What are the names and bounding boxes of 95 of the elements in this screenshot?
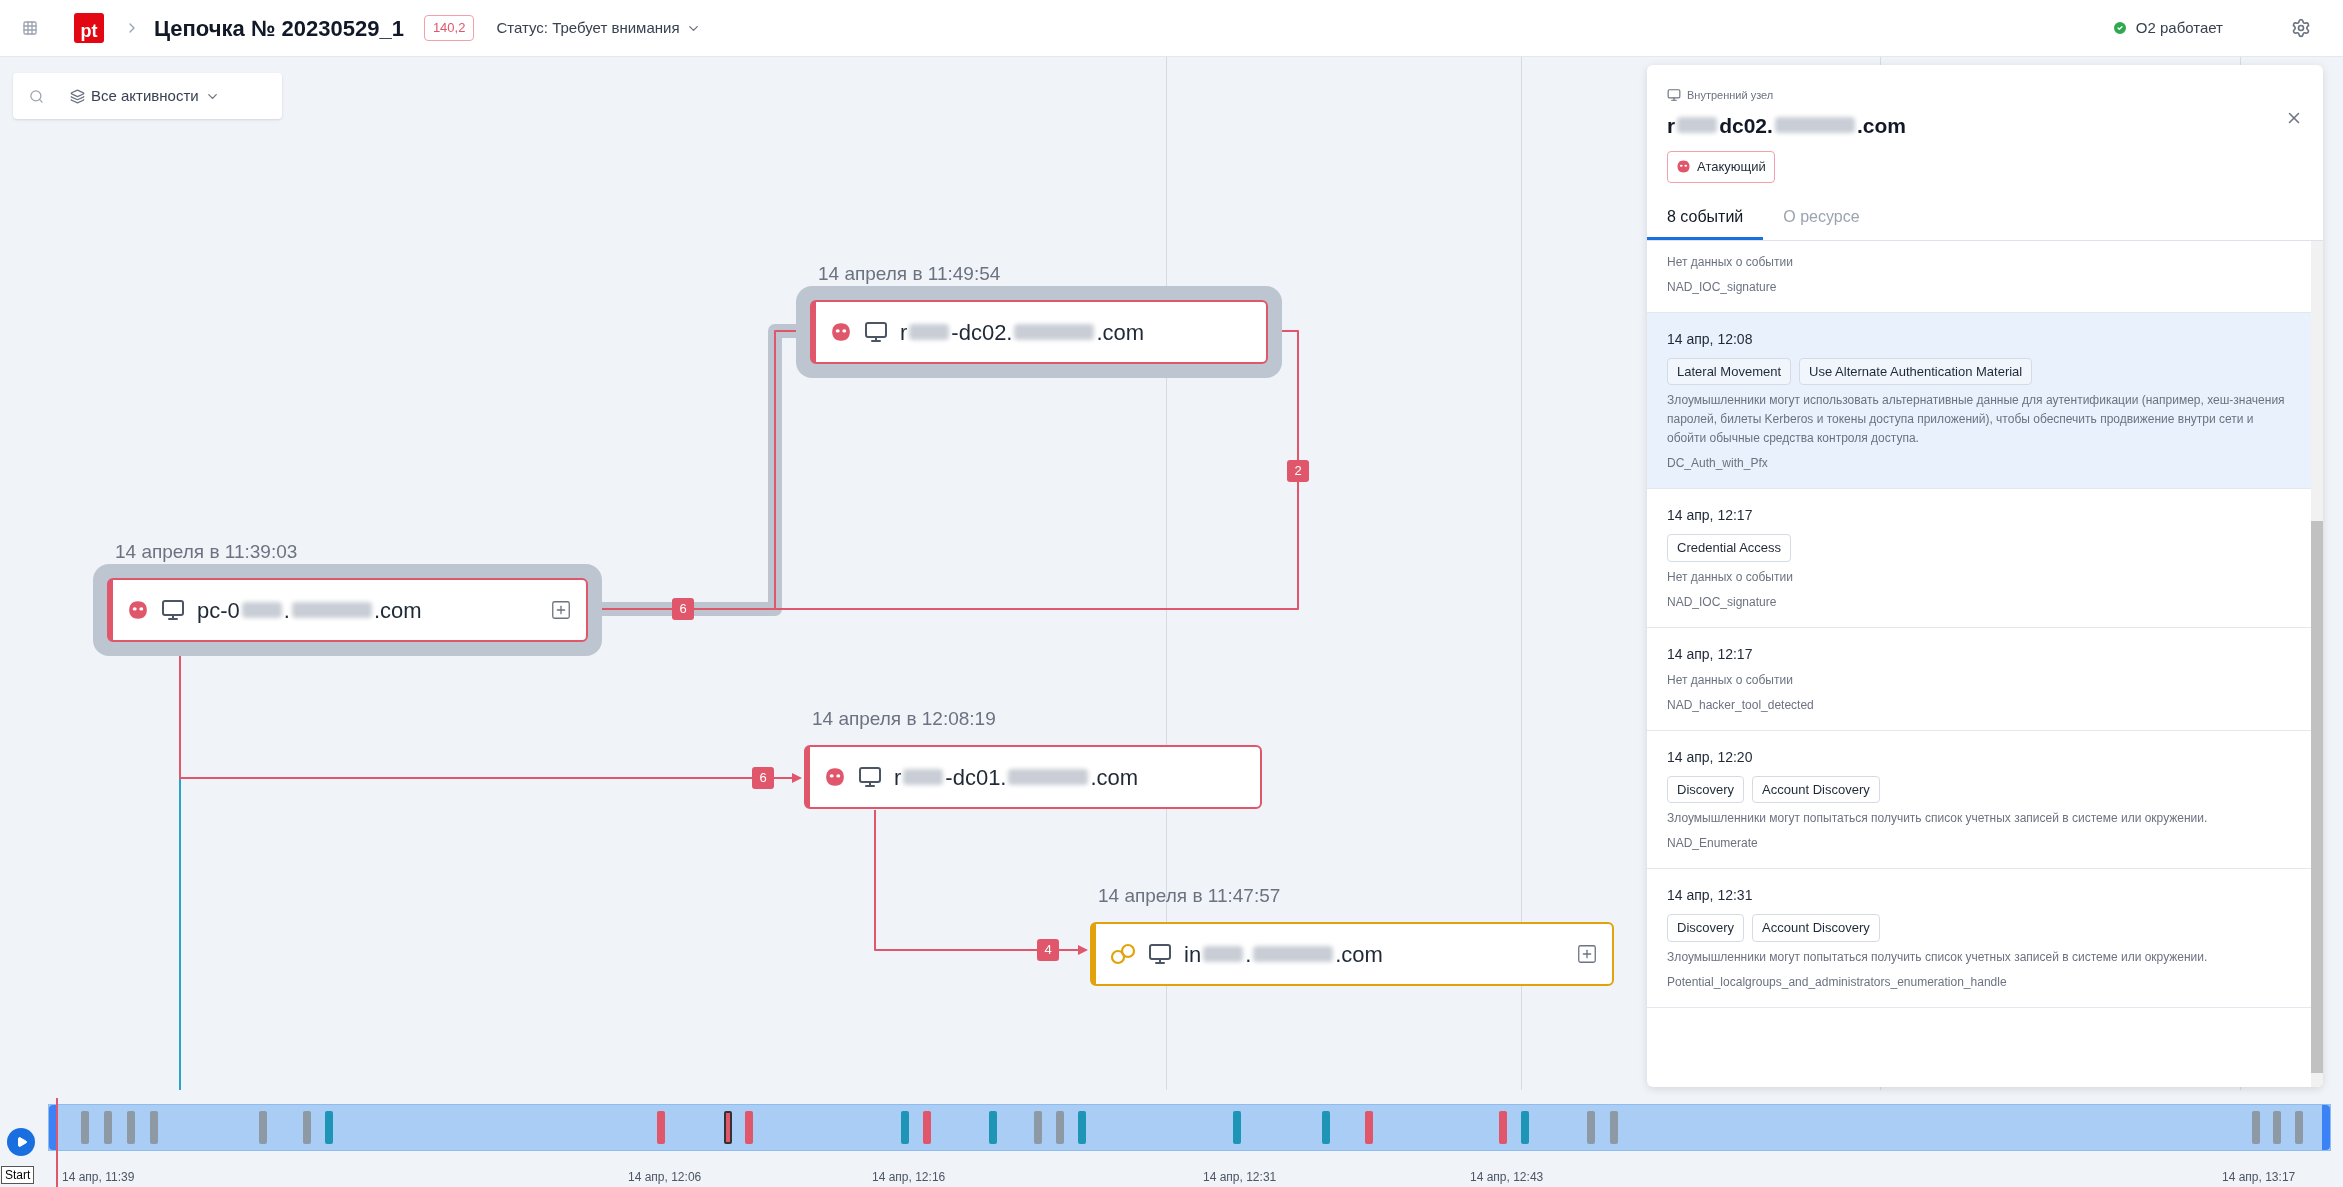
settings-icon[interactable] (2291, 18, 2311, 38)
event-date: 14 апр, 12:20 (1667, 747, 1754, 767)
monitor-icon (1148, 942, 1172, 966)
node-time: 14 апреля в 11:47:57 (1098, 884, 1281, 908)
blurred-text (1677, 117, 1718, 134)
event-item[interactable]: Нет данных о событии NAD_IOC_signature (1647, 240, 2311, 313)
mask-icon (830, 321, 852, 343)
event-mark[interactable] (724, 1111, 732, 1144)
event-count-badge: 6 (752, 767, 774, 789)
hostname-text: .com (1096, 318, 1145, 347)
blurred-text (1203, 946, 1244, 962)
hostname-text: . (283, 596, 290, 625)
mask-icon (1676, 159, 1691, 175)
activity-filter-dropdown[interactable]: Все активности (70, 84, 220, 108)
blurred-text (909, 324, 950, 340)
technique-tag: Discovery (1667, 775, 1745, 803)
monitor-icon (858, 765, 882, 789)
hostname-text: in (1184, 940, 1202, 969)
blurred-text (241, 602, 282, 618)
hostname-text: . (1245, 940, 1252, 969)
hostname-text: .com (373, 596, 422, 625)
event-count-badge: 2 (1287, 460, 1309, 482)
expand-icon[interactable] (1576, 943, 1598, 965)
technique-tag: Lateral Movement (1667, 357, 1792, 385)
check-circle-icon (2111, 20, 2128, 36)
hostname-text: .com (1856, 112, 1906, 139)
event-date: 14 апр, 12:17 (1667, 506, 1754, 525)
event-item[interactable]: 14 апр, 12:20 Discovery Account Discovery Злоумышленники могут попытаться получить список учетных записей в системе или окружении. NAD_Enumerate (1647, 730, 2311, 869)
scrollbar[interactable] (2311, 240, 2323, 1087)
start-tooltip: Start (1, 1166, 35, 1184)
event-description: Злоумышленники могут использовать альтернативные данные для аутентификации (например, хеш-значения паролей, билеты Kerberos и токены доступа приложений), чтобы обеспечить продвижение внутри сети и обойти обычные средства контроля доступа. (1667, 392, 2286, 447)
node-type-label: Внутренний узел (1687, 88, 1774, 103)
search-icon[interactable] (29, 88, 44, 104)
node-time: 14 апреля в 11:49:54 (818, 262, 1001, 286)
technique-tag: Use Alternate Authentication Material (1799, 357, 2033, 385)
score-badge: 140,2 (423, 15, 475, 41)
range-handle[interactable] (2322, 1105, 2330, 1150)
timeline-track[interactable] (48, 1104, 2331, 1151)
service-status: O2 работает (2135, 17, 2223, 38)
host-node[interactable]: pc-0 . .com (107, 578, 588, 642)
hostname-text: .com (1090, 763, 1139, 792)
rule-name: NAD_Enumerate (1667, 835, 1759, 852)
hostname-text: .com (1335, 940, 1383, 969)
event-description: Нет данных о событии (1667, 671, 1794, 689)
role-label: Атакующий (1697, 158, 1766, 176)
hostname-text: pc-0 (197, 596, 240, 625)
host-node[interactable]: in . .com (1090, 922, 1614, 986)
rule-name: NAD_IOC_signature (1667, 593, 1778, 611)
event-description: Нет данных о событии (1667, 568, 1794, 586)
blurred-text (903, 769, 944, 785)
event-date: 14 апр, 12:31 (1667, 886, 1754, 905)
event-description: Злоумышленники могут попытаться получить список учетных записей в системе или окружении. (1667, 810, 2209, 827)
rule-name: NAD_hacker_tool_detected (1667, 696, 1815, 714)
event-description: Злоумышленники могут попытаться получить список учетных записей в системе или окружении. (1667, 948, 2209, 966)
technique-tag: Credential Access (1667, 534, 1792, 562)
hostname-text: -dc01. (945, 763, 1007, 792)
node-time: 14 апреля в 12:08:19 (812, 707, 996, 731)
event-date: 14 апр, 12:17 (1667, 644, 1754, 664)
event-date: 14 апр, 12:08 (1667, 329, 1754, 349)
event-item[interactable]: 14 апр, 12:17 Credential Access Нет данных о событии NAD_IOC_signature (1647, 489, 2311, 628)
rule-name: Potential_localgroups_and_administrators_enumeration_handle (1667, 973, 2008, 991)
event-item[interactable]: 14 апр, 12:17 Нет данных о событии NAD_hacker_tool_detected (1647, 627, 2311, 731)
logo: pt (74, 13, 104, 43)
hostname-text: r (1667, 112, 1676, 139)
expand-icon[interactable] (550, 599, 572, 621)
technique-tag: Account Discovery (1752, 775, 1880, 803)
monitor-icon (161, 598, 185, 622)
event-count-badge: 4 (1037, 939, 1059, 961)
event-item[interactable] (1647, 312, 2311, 489)
monitor-icon (864, 320, 888, 344)
rule-name: DC_Auth_with_Pfx (1667, 455, 1769, 472)
event-count-badge: 6 (672, 598, 694, 620)
hostname-text: r (900, 318, 908, 347)
apps-menu-icon[interactable] (22, 20, 38, 36)
play-button[interactable] (7, 1128, 35, 1156)
hostname-text: -dc02. (951, 318, 1013, 347)
rule-name: NAD_IOC_signature (1667, 278, 1778, 296)
technique-tag: Discovery (1667, 914, 1745, 942)
hostname-text: dc02. (1719, 112, 1773, 139)
playhead-line[interactable] (56, 1098, 58, 1187)
node-time: 14 апреля в 11:39:03 (115, 540, 298, 564)
host-node[interactable]: r -dc02. .com (810, 300, 1268, 364)
monitor-icon (1667, 88, 1681, 103)
hostname-text: r (894, 763, 902, 792)
event-item[interactable]: 14 апр, 12:31 Discovery Account Discovery Злоумышленники могут попытаться получить список учетных записей в системе или окружении. Potential_localgroups_and_administrators_enumeration_handle (1647, 869, 2311, 1008)
event-description: Нет данных о событии (1667, 253, 1794, 271)
chain-title: Цепочка № 20230529_1 (154, 14, 404, 43)
layers-icon (70, 88, 85, 104)
status-dropdown[interactable]: Статус: Требует внимания (496, 16, 701, 40)
host-node[interactable]: r -dc01. .com (804, 745, 1262, 809)
play-icon (16, 1136, 28, 1148)
technique-tag: Account Discovery (1752, 914, 1880, 942)
mask-icon (824, 766, 846, 788)
handcuffs-icon (1110, 942, 1136, 966)
mask-icon (127, 599, 149, 621)
